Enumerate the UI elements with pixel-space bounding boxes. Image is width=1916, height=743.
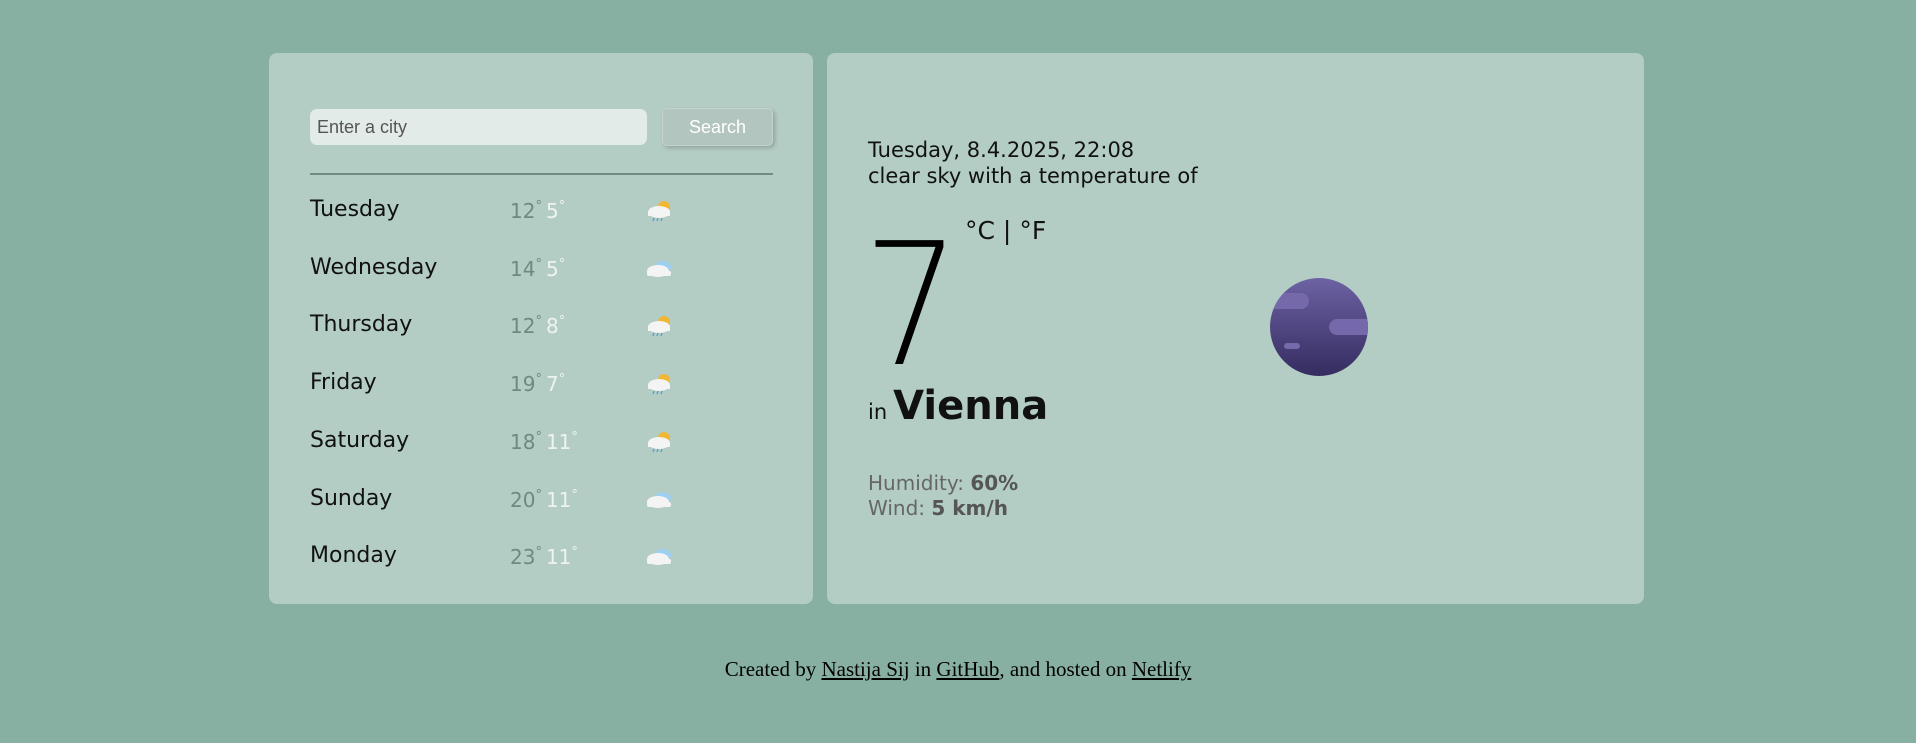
wind-value: 5 km/h bbox=[931, 496, 1008, 520]
forecast-temps: 12° 8° bbox=[510, 314, 565, 338]
forecast-day: Friday bbox=[310, 370, 377, 396]
humidity-value: 60% bbox=[970, 471, 1019, 495]
cloud-icon bbox=[647, 260, 671, 277]
weather-stats: Humidity: 60% Wind: 5 km/h bbox=[868, 471, 1018, 521]
weather-description: clear sky with a temperature of bbox=[868, 164, 1198, 188]
min-temp: 11° bbox=[545, 545, 578, 570]
author-link[interactable]: Nastija Sij bbox=[821, 657, 909, 681]
city-search-input[interactable] bbox=[310, 109, 647, 145]
github-link[interactable]: GitHub bbox=[936, 657, 999, 681]
current-info: Tuesday, 8.4.2025, 22:08 clear sky with … bbox=[868, 137, 1198, 189]
forecast-temps: 18° 11° bbox=[510, 430, 578, 454]
rain-sun-icon bbox=[648, 201, 670, 222]
footer-text: , and hosted on bbox=[999, 657, 1127, 681]
current-weather-panel: Tuesday, 8.4.2025, 22:08 clear sky with … bbox=[827, 53, 1644, 604]
in-label: in bbox=[868, 400, 888, 424]
min-temp: 7° bbox=[545, 372, 566, 397]
forecast-row: Saturday 18° 11° bbox=[310, 422, 773, 462]
forecast-day: Sunday bbox=[310, 485, 393, 511]
forecast-row: Monday 23° 11° bbox=[310, 537, 773, 577]
city-name: Vienna bbox=[893, 383, 1049, 429]
footer: Created by Nastija Sij in GitHub, and ho… bbox=[0, 657, 1916, 682]
forecast-temps: 20° 11° bbox=[510, 488, 578, 512]
max-temp: 19° bbox=[510, 372, 542, 397]
max-temp: 23° bbox=[510, 545, 542, 570]
forecast-day: Tuesday bbox=[310, 197, 400, 222]
location: in Vienna bbox=[868, 383, 1048, 429]
max-temp: 14° bbox=[510, 256, 542, 281]
humidity: Humidity: 60% bbox=[868, 471, 1018, 496]
forecast-row: Tuesday 12° 5° bbox=[310, 191, 773, 231]
footer-text: in bbox=[914, 657, 932, 681]
rain-sun-icon bbox=[648, 431, 670, 453]
current-temperature: 7 bbox=[863, 207, 961, 405]
max-temp: 18° bbox=[510, 429, 542, 454]
max-temp: 12° bbox=[510, 199, 542, 223]
forecast-row: Wednesday 14° 5° bbox=[310, 249, 773, 289]
footer-text: Created by bbox=[724, 657, 817, 681]
forecast-temps: 14° 5° bbox=[510, 257, 565, 281]
humidity-label: Humidity: bbox=[868, 471, 964, 495]
forecast-row: Friday 19° 7° bbox=[310, 364, 773, 404]
wind: Wind: 5 km/h bbox=[868, 496, 1018, 521]
unit-separator: | bbox=[1002, 216, 1012, 245]
min-temp: 5° bbox=[545, 199, 566, 223]
min-temp: 8° bbox=[545, 314, 566, 339]
min-temp: 11° bbox=[545, 429, 578, 454]
divider bbox=[310, 173, 773, 175]
forecast-row: Thursday 12° 8° bbox=[310, 306, 773, 346]
forecast-temps: 23° 11° bbox=[510, 545, 578, 569]
max-temp: 12° bbox=[510, 314, 542, 339]
min-temp: 11° bbox=[545, 487, 578, 512]
rain-sun-icon bbox=[648, 374, 670, 395]
fahrenheit-link[interactable]: °F bbox=[1019, 216, 1046, 245]
netlify-link[interactable]: Netlify bbox=[1132, 657, 1191, 681]
unit-toggle: °C | °F bbox=[965, 216, 1046, 245]
wind-label: Wind: bbox=[868, 496, 926, 520]
forecast-panel: Search Tuesday 12°5° Wednesday 14°5° Thu… bbox=[269, 53, 813, 604]
forecast-day: Wednesday bbox=[310, 254, 438, 280]
forecast-temps: 12° 5° bbox=[510, 199, 565, 223]
forecast-day: Thursday bbox=[310, 312, 413, 338]
forecast-temps: 19° 7° bbox=[510, 372, 565, 396]
search-button[interactable]: Search bbox=[662, 108, 773, 146]
current-datetime: Tuesday, 8.4.2025, 22:08 bbox=[868, 138, 1135, 162]
forecast-day: Monday bbox=[310, 543, 397, 569]
cloud-icon bbox=[647, 549, 671, 566]
forecast-day: Saturday bbox=[310, 427, 410, 453]
celsius-link[interactable]: °C bbox=[965, 216, 995, 245]
rain-sun-icon bbox=[648, 316, 670, 337]
cloud-icon bbox=[647, 491, 671, 508]
forecast-row: Sunday 20° 11° bbox=[310, 480, 773, 520]
min-temp: 5° bbox=[545, 256, 566, 281]
max-temp: 20° bbox=[510, 487, 542, 512]
moon-icon bbox=[1270, 278, 1368, 376]
